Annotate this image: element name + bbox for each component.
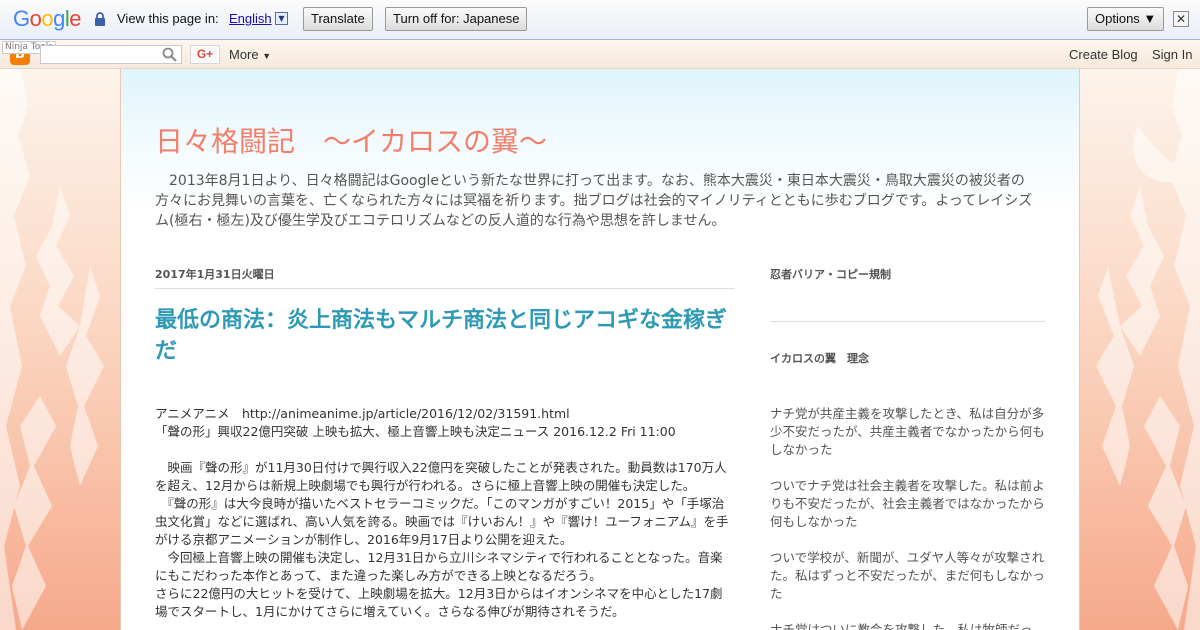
turn-off-button[interactable]: Turn off for: Japanese (385, 7, 528, 31)
creed-paragraph: ナチ党が共産主義を攻撃したとき、私は自分が多少不安だったが、共産主義者でなかった… (770, 406, 1045, 457)
date-divider (155, 288, 735, 289)
widget-title-philosophy: イカロスの翼 理念 (770, 352, 869, 365)
create-blog-link[interactable]: Create Blog (1069, 47, 1138, 62)
google-logo: Google (13, 6, 82, 31)
post-paragraph: 映画『聲の形』が11月30日付けで興行収入22億円を突破したことが発表された。動… (155, 460, 727, 493)
post-paragraph: 『聲の形』は大今良時が描いたベストセラーコミックだ。「このマンガがすごい！201… (155, 496, 729, 547)
google-plus-button[interactable]: G+ (190, 45, 220, 64)
source-line: アニメアニメ http://animeanime.jp/article/2016… (155, 406, 570, 421)
widget-title-ninja-barrier: 忍者バリア・コピー規制 (770, 268, 891, 281)
right-foliage-decoration (1096, 66, 1200, 630)
view-page-in-label: View this page in: (117, 11, 219, 26)
options-button[interactable]: Options ▼ (1087, 7, 1165, 31)
post-paragraph: さらに22億円の大ヒットを受けて、上映劇場を拡大。12月3日からはイオンシネマを… (155, 586, 723, 619)
lock-icon (95, 12, 105, 26)
post-body: アニメアニメ http://animeanime.jp/article/2016… (155, 405, 735, 621)
search-icon[interactable] (162, 47, 177, 62)
post-date: 2017年1月31日火曜日 (155, 268, 275, 281)
creed-paragraph: ナチ党はついに教会を攻撃した。私は牧師だっ (770, 622, 1033, 630)
close-icon[interactable]: ✕ (1173, 11, 1189, 27)
chevron-down-icon: ▼ (262, 51, 272, 61)
blogger-navbar: B Ninja Tools G+ More ▼ Create Blog Sign… (0, 40, 1200, 69)
source-article-title: 「聲の形」興収22億円突破 上映も拡大、極上音響上映も決定ニュース 2016.1… (155, 424, 676, 439)
language-select[interactable]: English (229, 11, 272, 26)
blog-search-input[interactable] (40, 45, 182, 64)
post-title[interactable]: 最低の商法：炎上商法もマルチ商法と同じアコギな金稼ぎだ (155, 305, 735, 367)
translate-bar: Google View this page in: English ▼ Tran… (0, 0, 1200, 40)
left-foliage-decoration (0, 66, 104, 630)
post-paragraph: 今回極上音響上映の開催も決定し、12月31日から立川シネマシティで行われることと… (155, 550, 723, 583)
creed-paragraph: ついでナチ党は社会主義者を攻撃した。私は前よりも不安だったが、社会主義者ではなか… (770, 478, 1045, 529)
translate-button[interactable]: Translate (303, 7, 373, 31)
language-dropdown-arrow-icon[interactable]: ▼ (275, 12, 288, 25)
sidebar: 忍者バリア・コピー規制 イカロスの翼 理念 ナチ党が共産主義を攻撃したとき、私は… (770, 266, 1045, 630)
more-label: More (229, 47, 259, 62)
creed-paragraph: ついで学校が、新聞が、ユダヤ人等々が攻撃された。私はずっと不安だったが、まだ何も… (770, 550, 1045, 601)
blog-description: 2013年8月1日より、日々格闘記はGoogleという新たな世界に打って出ます。… (155, 173, 1033, 229)
blog-title[interactable]: 日々格闘記 ～イカロスの翼～ (155, 120, 547, 160)
sign-in-link[interactable]: Sign In (1152, 47, 1192, 62)
philosophy-text: ナチ党が共産主義を攻撃したとき、私は自分が多少不安だったが、共産主義者でなかった… (770, 405, 1045, 630)
more-menu[interactable]: More ▼ (229, 47, 271, 62)
